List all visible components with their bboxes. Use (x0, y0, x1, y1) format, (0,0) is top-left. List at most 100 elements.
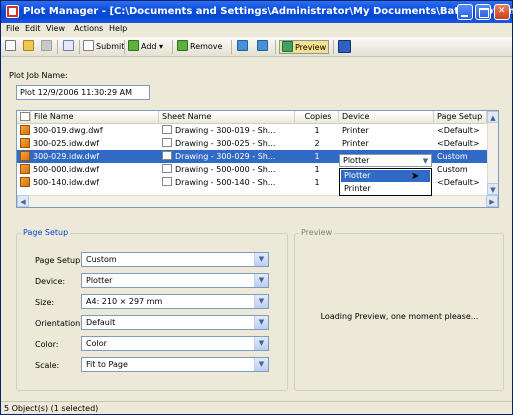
header-device[interactable]: Device (339, 111, 434, 124)
file-type-icon (20, 112, 30, 121)
chevron-down-icon[interactable]: ▼ (254, 358, 268, 371)
refresh-icon (63, 40, 74, 51)
page-setup-cell: <Default> (437, 126, 480, 135)
device-option-printer[interactable]: Printer (341, 183, 430, 195)
chevron-down-icon[interactable]: ▼ (254, 316, 268, 329)
dwf-file-icon (20, 164, 30, 174)
device-select[interactable]: Plotter ▼ (81, 273, 269, 288)
app-icon (6, 5, 19, 18)
move-up-icon (237, 40, 248, 51)
move-up-button[interactable] (237, 40, 250, 54)
scroll-right-arrow-icon[interactable]: ▶ (486, 195, 498, 207)
menu-help[interactable]: Help (109, 24, 127, 33)
save-icon (41, 40, 52, 51)
toolbar-separator (79, 40, 80, 54)
help-button[interactable] (338, 40, 353, 54)
chevron-down-icon[interactable]: ▼ (254, 337, 268, 350)
scroll-up-arrow-icon[interactable]: ▲ (487, 111, 498, 123)
toolbar: Submit Add ▾ Remove Preview (1, 37, 512, 57)
move-down-button[interactable] (257, 40, 270, 54)
chevron-down-icon[interactable]: ▼ (254, 295, 268, 308)
scroll-left-arrow-icon[interactable]: ◀ (17, 195, 29, 207)
menu-view[interactable]: View (46, 24, 65, 33)
menu-file[interactable]: File (6, 24, 19, 33)
save-button[interactable] (41, 40, 54, 54)
plot-job-name-input[interactable]: Plot 12/9/2006 11:30:29 AM (16, 85, 150, 100)
file-name-cell: 500-000.idw.dwf (17, 163, 159, 176)
header-file-name[interactable]: File Name (31, 111, 159, 124)
submit-button[interactable]: Submit (83, 40, 124, 54)
header-page-setup[interactable]: Page Setup (434, 111, 487, 124)
dwf-file-icon (20, 151, 30, 161)
page-setup-cell: <Default> (437, 178, 480, 187)
page-setup-title: Page Setup (21, 228, 71, 237)
sheet-icon (162, 138, 172, 147)
menu-actions[interactable]: Actions (74, 24, 103, 33)
copies-cell: 1 (314, 152, 320, 161)
dwf-file-icon (20, 177, 30, 187)
page-setup-cell: Custom (437, 165, 468, 174)
chevron-down-icon[interactable]: ▼ (420, 155, 431, 167)
scale-label: Scale: (35, 361, 60, 370)
size-select[interactable]: A4: 210 × 297 mm ▼ (81, 294, 269, 309)
scroll-down-arrow-icon[interactable]: ▼ (487, 183, 498, 195)
file-name-cell: 300-029.idw.dwf (17, 150, 159, 163)
orientation-select[interactable]: Default ▼ (81, 315, 269, 330)
preview-label: Preview (295, 43, 327, 52)
header-icon-col[interactable] (17, 111, 31, 124)
new-button[interactable] (5, 40, 18, 54)
page-setup-cell: <Default> (437, 139, 480, 148)
menu-edit[interactable]: Edit (25, 24, 41, 33)
dwf-file-icon (20, 138, 30, 148)
sheet-name-cell: Drawing - 300-019 - Sh... (159, 124, 295, 137)
title-bar[interactable]: Plot Manager - [C:\Documents and Setting… (1, 1, 513, 23)
device-dropdown[interactable]: Plotter ▼ (339, 154, 432, 167)
header-copies[interactable]: Copies (295, 111, 339, 124)
remove-button[interactable]: Remove (177, 40, 222, 54)
close-button[interactable] (494, 4, 510, 20)
sheet-icon (162, 125, 172, 134)
preview-button[interactable]: Preview (279, 40, 330, 54)
chevron-down-icon[interactable]: ▼ (254, 253, 268, 266)
color-label: Color: (35, 340, 59, 349)
device-dropdown-value: Plotter (343, 156, 370, 165)
list-vertical-scrollbar[interactable]: ▲ ▼ (487, 111, 498, 195)
open-button[interactable] (23, 40, 36, 54)
copies-cell: 1 (314, 126, 320, 135)
plot-job-name-value: Plot 12/9/2006 11:30:29 AM (20, 88, 133, 97)
add-button[interactable]: Add ▾ (128, 40, 163, 54)
plot-job-name-label: Plot Job Name: (9, 71, 68, 80)
table-row[interactable]: 300-019.dwg.dwf Drawing - 300-019 - Sh..… (17, 124, 487, 137)
list-horizontal-scrollbar[interactable]: ◀ ▶ (17, 195, 498, 207)
page-setup-select[interactable]: Custom ▼ (81, 252, 269, 267)
chevron-down-icon[interactable]: ▼ (254, 274, 268, 287)
refresh-button[interactable] (63, 40, 76, 54)
preview-loading-message: Loading Preview, one moment please... (320, 312, 479, 321)
preview-title: Preview (299, 228, 335, 237)
page-setup-value: Custom (86, 255, 117, 264)
sheet-name: Drawing - 300-025 - Sh... (175, 139, 276, 148)
maximize-button[interactable] (475, 4, 491, 20)
header-sheet-name[interactable]: Sheet Name (159, 111, 295, 124)
submit-label: Submit (96, 42, 125, 51)
new-file-icon (5, 40, 16, 51)
status-text: 5 Object(s) (1 selected) (4, 404, 99, 413)
color-select[interactable]: Color ▼ (81, 336, 269, 351)
sheet-name-cell: Drawing - 300-029 - Sh... (159, 150, 295, 163)
remove-label: Remove (190, 42, 223, 51)
table-row[interactable]: 300-025.idw.dwf Drawing - 300-025 - Sh..… (17, 137, 487, 150)
add-label: Add (141, 42, 157, 51)
toolbar-separator (275, 40, 276, 54)
list-header: File Name Sheet Name Copies Device Page … (17, 111, 487, 124)
size-label: Size: (35, 298, 55, 307)
scale-select[interactable]: Fit to Page ▼ (81, 357, 269, 372)
window-title: Plot Manager - [C:\Documents and Setting… (23, 6, 513, 17)
minimize-button[interactable] (457, 4, 473, 20)
toolbar-separator (333, 40, 334, 54)
copies-cell: 1 (314, 165, 320, 174)
sheet-name-cell: Drawing - 500-000 - Sh... (159, 163, 295, 176)
sheet-icon (162, 164, 172, 173)
color-value: Color (86, 339, 107, 348)
file-name-cell: 300-019.dwg.dwf (17, 124, 159, 137)
sheet-icon (162, 151, 172, 160)
